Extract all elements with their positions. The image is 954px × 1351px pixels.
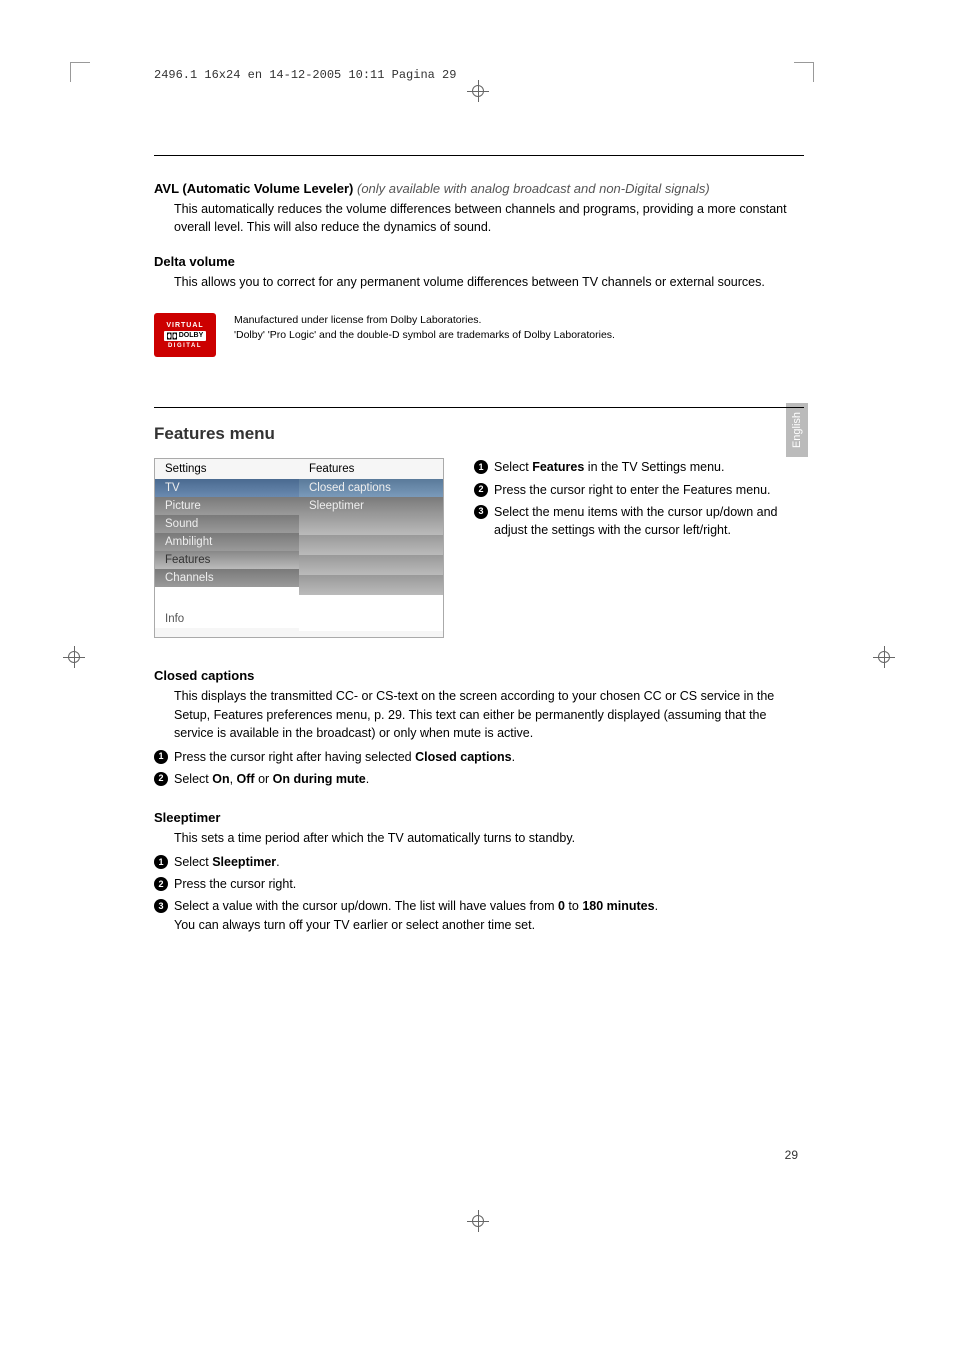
- menu-item-features: Features: [155, 551, 299, 569]
- crop-mark-tl: [70, 62, 90, 82]
- registration-target-bottom: [467, 1210, 489, 1232]
- section-divider: [154, 407, 804, 408]
- registration-target-right: [873, 646, 895, 668]
- step-number-icon: 1: [154, 855, 168, 869]
- menu-item-picture: Picture: [155, 497, 299, 515]
- sleep-step-1: Select Sleeptimer.: [174, 853, 280, 871]
- features-menu-heading: Features menu: [154, 424, 804, 444]
- step-number-icon: 1: [154, 750, 168, 764]
- step-number-icon: 2: [154, 772, 168, 786]
- avl-body: This automatically reduces the volume di…: [174, 200, 804, 236]
- menu-item-tv: TV: [155, 479, 299, 497]
- settings-menu-illustration: Settings TV Picture Sound Ambilight Feat…: [154, 458, 444, 638]
- features-step-3: Select the menu items with the cursor up…: [494, 503, 804, 539]
- menu-item-sound: Sound: [155, 515, 299, 533]
- delta-body: This allows you to correct for any perma…: [174, 273, 804, 291]
- sleeptimer-heading: Sleeptimer: [154, 810, 804, 825]
- dolby-logo: VIRTUAL DOLBY DIGITAL: [154, 313, 216, 357]
- sleep-step-3: Select a value with the cursor up/down. …: [174, 897, 658, 933]
- cc-step-1: Press the cursor right after having sele…: [174, 748, 515, 766]
- closed-captions-body: This displays the transmitted CC- or CS-…: [174, 687, 804, 741]
- features-step-2: Press the cursor right to enter the Feat…: [494, 481, 771, 499]
- page-number: 29: [785, 1148, 798, 1162]
- print-job-header: 2496.1 16x24 en 14-12-2005 10:11 Pagina …: [154, 68, 804, 86]
- sleeptimer-body: This sets a time period after which the …: [174, 829, 804, 847]
- step-number-icon: 2: [154, 877, 168, 891]
- menu-header-settings: Settings: [155, 459, 299, 479]
- step-number-icon: 1: [474, 460, 488, 474]
- menu-item-sleeptimer: Sleeptimer: [299, 497, 443, 515]
- closed-captions-heading: Closed captions: [154, 668, 804, 683]
- dolby-license-text: Manufactured under license from Dolby La…: [234, 313, 615, 342]
- menu-item-info: Info: [155, 605, 299, 628]
- cc-step-2: Select On, Off or On during mute.: [174, 770, 369, 788]
- step-number-icon: 3: [154, 899, 168, 913]
- delta-heading: Delta volume: [154, 254, 804, 269]
- menu-item-closed-captions: Closed captions: [299, 479, 443, 497]
- menu-header-features: Features: [299, 459, 443, 479]
- menu-item-channels: Channels: [155, 569, 299, 587]
- menu-item-ambilight: Ambilight: [155, 533, 299, 551]
- registration-target-left: [63, 646, 85, 668]
- sleep-step-2: Press the cursor right.: [174, 875, 296, 893]
- features-step-1: Select Features in the TV Settings menu.: [494, 458, 724, 476]
- avl-heading: AVL (Automatic Volume Leveler) (only ava…: [154, 181, 804, 196]
- step-number-icon: 2: [474, 483, 488, 497]
- step-number-icon: 3: [474, 505, 488, 519]
